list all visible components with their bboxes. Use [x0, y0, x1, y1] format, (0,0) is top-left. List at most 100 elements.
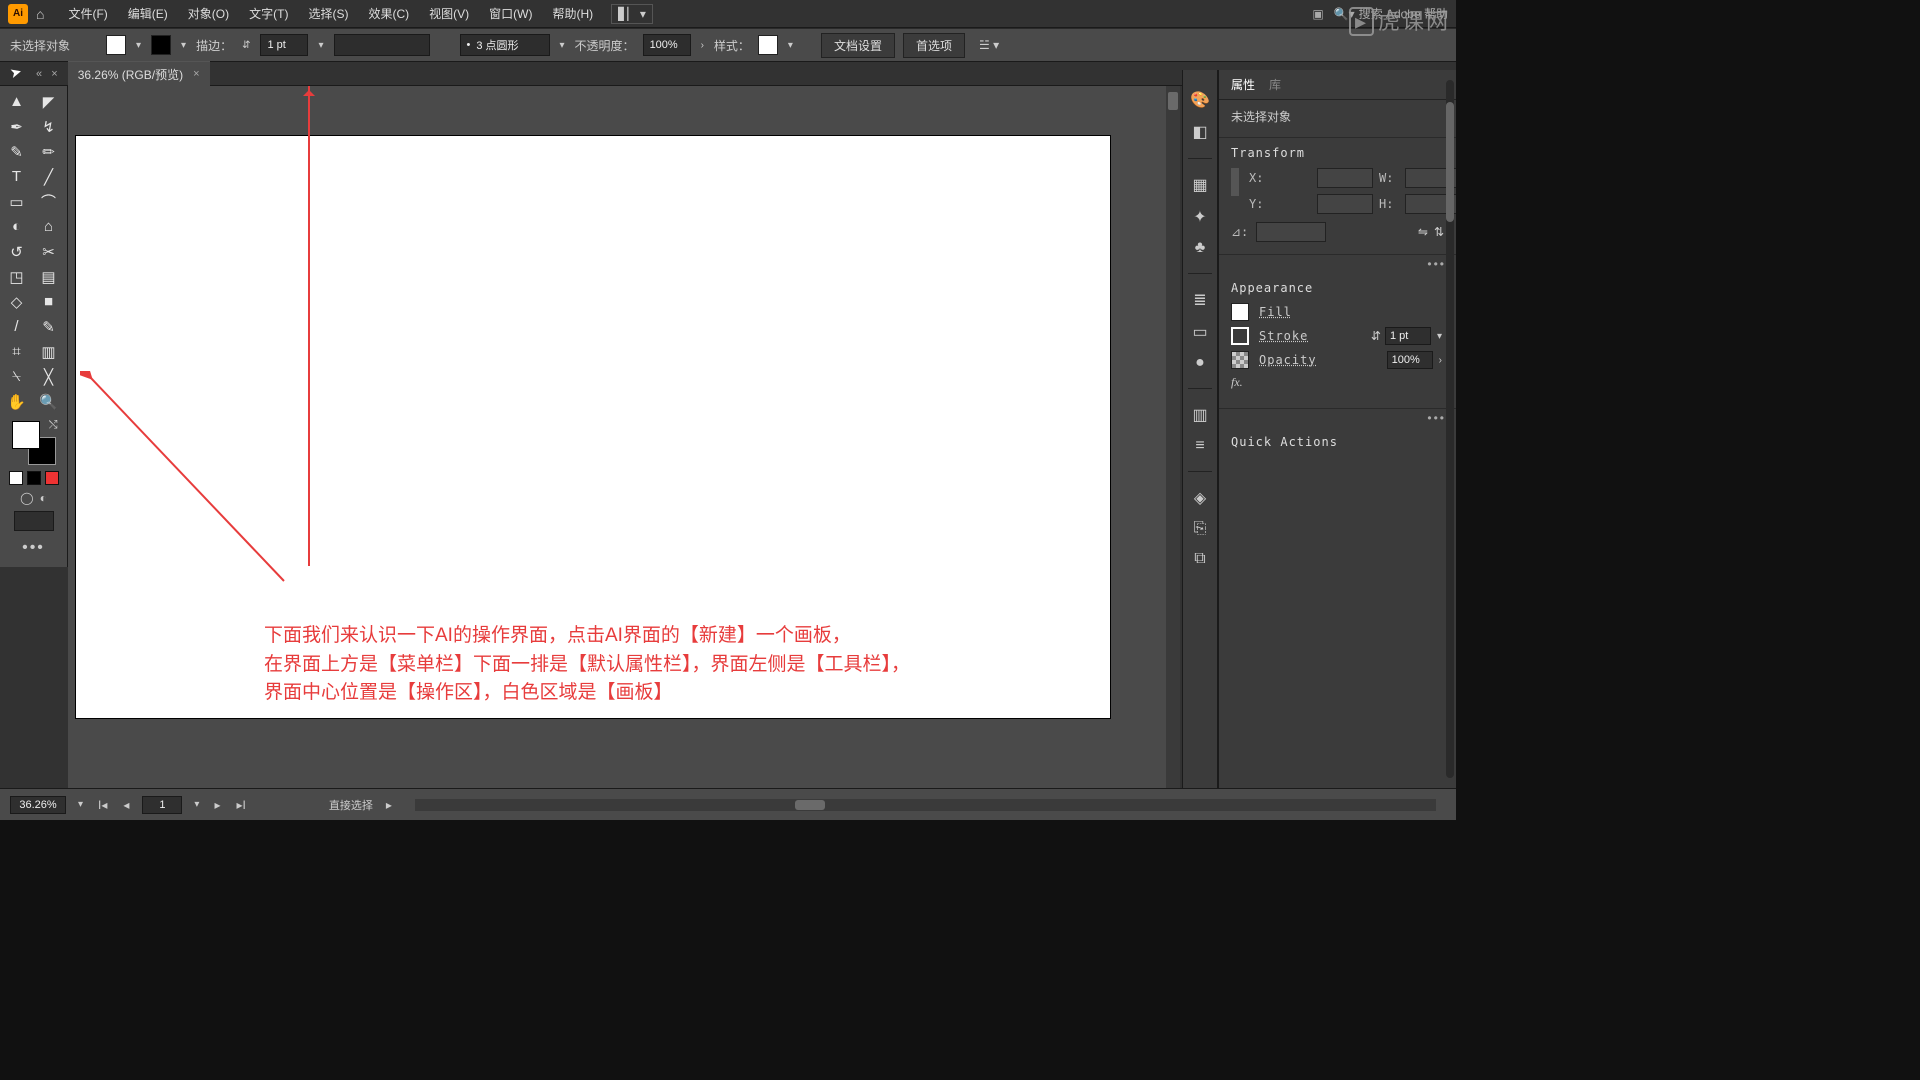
status-play-icon[interactable]: ▸	[383, 798, 395, 812]
tool-13[interactable]: ✂	[35, 240, 63, 263]
fill-swatch-prop[interactable]	[1231, 303, 1249, 321]
menu-type[interactable]: 文字(T)	[239, 1, 298, 26]
angle-input[interactable]	[1256, 222, 1326, 242]
tool-25[interactable]: 🔍	[35, 390, 63, 413]
fill-dropdown-icon[interactable]: ▾	[134, 40, 143, 51]
prev-artboard-icon[interactable]: ◂	[120, 798, 132, 812]
panel-icon-10[interactable]: ◈	[1194, 488, 1206, 508]
tool-21[interactable]: ▥	[35, 340, 63, 363]
tool-24[interactable]: ✋	[3, 390, 31, 413]
color-mode-none[interactable]	[45, 471, 59, 485]
panel-icon-2[interactable]: ▦	[1192, 175, 1207, 195]
align-icon[interactable]: ☱ ▾	[979, 38, 999, 52]
x-input[interactable]	[1317, 168, 1373, 188]
zoom-dropdown[interactable]: ▾	[76, 799, 85, 810]
tab-properties[interactable]: 属性	[1231, 76, 1255, 93]
fill-color-proxy[interactable]	[12, 421, 40, 449]
artboard-number-input[interactable]	[142, 796, 182, 814]
tool-15[interactable]: ▤	[35, 265, 63, 288]
tool-17[interactable]: ■	[35, 290, 63, 313]
stroke-swatch[interactable]	[151, 35, 171, 55]
tool-10[interactable]: ◐	[3, 215, 31, 238]
stroke-stepper-icon[interactable]: ⇵	[240, 40, 252, 51]
panel-icon-9[interactable]: ≡	[1195, 437, 1204, 455]
tool-5[interactable]: ✏	[35, 140, 63, 163]
menu-window[interactable]: 窗口(W)	[479, 1, 542, 26]
y-input[interactable]	[1317, 194, 1373, 214]
style-swatch[interactable]	[758, 35, 778, 55]
draw-normal-icon[interactable]: ◯	[20, 491, 33, 505]
edit-toolbar-icon[interactable]: •••	[22, 539, 45, 557]
flip-v-icon[interactable]: ⇅	[1434, 225, 1444, 239]
canvas-area[interactable]: 下面我们来认识一下AI的操作界面，点击AI界面的【新建】一个画板， 在界面上方是…	[68, 86, 1180, 788]
stroke-dropdown-icon[interactable]: ▾	[179, 40, 188, 51]
fill-swatch[interactable]	[106, 35, 126, 55]
tool-2[interactable]: ✒	[3, 115, 31, 138]
panel-icon-8[interactable]: ▥	[1192, 405, 1207, 425]
transform-more-icon[interactable]: •••	[1219, 255, 1456, 273]
var-width-profile[interactable]	[334, 34, 430, 56]
stroke-weight-input[interactable]	[260, 34, 308, 56]
stroke-val-dropdown[interactable]: ▾	[1435, 331, 1444, 342]
tool-7[interactable]: ╱	[35, 165, 63, 188]
horizontal-scrollbar[interactable]	[415, 799, 1436, 811]
panel-icon-1[interactable]: ◧	[1192, 122, 1207, 142]
stroke-val-input[interactable]	[1385, 327, 1431, 345]
menu-view[interactable]: 视图(V)	[419, 1, 479, 26]
brush-def-input[interactable]: • 3 点圆形	[460, 34, 550, 56]
opacity-swatch-prop[interactable]	[1231, 351, 1249, 369]
tool-1[interactable]: ◤	[35, 90, 63, 113]
opacity-val-input[interactable]	[1387, 351, 1433, 369]
color-proxy[interactable]: ⤭	[12, 421, 56, 465]
stroke-swatch-prop[interactable]	[1231, 327, 1249, 345]
opacity-val-dropdown[interactable]: ›	[1437, 355, 1444, 366]
panel-icon-12[interactable]: ⧉	[1194, 550, 1205, 568]
menu-effect[interactable]: 效果(C)	[358, 1, 419, 26]
properties-scroll-thumb[interactable]	[1446, 102, 1454, 222]
tool-9[interactable]: ⌒	[35, 190, 63, 213]
doc-setup-button[interactable]: 文档设置	[821, 33, 895, 58]
menu-select[interactable]: 选择(S)	[298, 1, 358, 26]
style-dropdown[interactable]: ▾	[786, 40, 795, 51]
tool-8[interactable]: ▭	[3, 190, 31, 213]
opacity-dropdown[interactable]: ›	[699, 40, 706, 51]
menu-object[interactable]: 对象(O)	[178, 1, 239, 26]
opacity-input[interactable]	[643, 34, 691, 56]
fx-row[interactable]: fx.	[1231, 375, 1444, 390]
arrange-docs-icon[interactable]: ▣	[1312, 7, 1323, 21]
tool-16[interactable]: ◇	[3, 290, 31, 313]
reference-point-grid[interactable]	[1231, 168, 1239, 196]
tool-3[interactable]: ↯	[35, 115, 63, 138]
tool-20[interactable]: ⌗	[3, 340, 31, 363]
panel-icon-11[interactable]: ⎘	[1194, 520, 1207, 538]
artboard-dropdown[interactable]: ▾	[192, 799, 201, 810]
panel-icon-3[interactable]: ✦	[1193, 207, 1206, 227]
layout-switcher[interactable]: ▋▏ ▾	[611, 4, 653, 24]
tab-collapse-icon[interactable]: « ×	[36, 68, 58, 80]
tool-18[interactable]: /	[3, 315, 31, 338]
tool-4[interactable]: ✎	[3, 140, 31, 163]
menu-edit[interactable]: 编辑(E)	[118, 1, 178, 26]
next-artboard-icon[interactable]: ▸	[211, 798, 223, 812]
last-artboard-icon[interactable]: ▸I	[233, 798, 248, 812]
swap-colors-icon[interactable]: ⤭	[49, 419, 58, 432]
properties-scrollbar[interactable]	[1446, 80, 1454, 778]
tool-12[interactable]: ↺	[3, 240, 31, 263]
draw-behind-icon[interactable]: ◐	[40, 491, 47, 505]
screen-mode-button[interactable]	[14, 511, 54, 531]
close-tab-icon[interactable]: ×	[193, 68, 199, 80]
menu-help[interactable]: 帮助(H)	[542, 1, 603, 26]
scrollbar-thumb[interactable]	[1168, 92, 1178, 110]
brush-dropdown[interactable]: ▾	[558, 40, 567, 51]
document-tab[interactable]: 36.26% (RGB/预览) ×	[68, 61, 210, 87]
stroke-stepper[interactable]: ⇵	[1371, 329, 1381, 343]
zoom-input[interactable]	[10, 796, 66, 814]
tool-11[interactable]: ⌂	[35, 215, 63, 238]
tool-0[interactable]: ▲	[3, 90, 31, 113]
panel-icon-0[interactable]: 🎨	[1190, 90, 1210, 110]
panel-icon-5[interactable]: ≣	[1193, 290, 1206, 310]
color-mode-solid[interactable]	[9, 471, 23, 485]
menu-file[interactable]: 文件(F)	[58, 1, 117, 26]
tool-23[interactable]: ╳	[35, 365, 63, 388]
tool-6[interactable]: T	[3, 165, 31, 188]
